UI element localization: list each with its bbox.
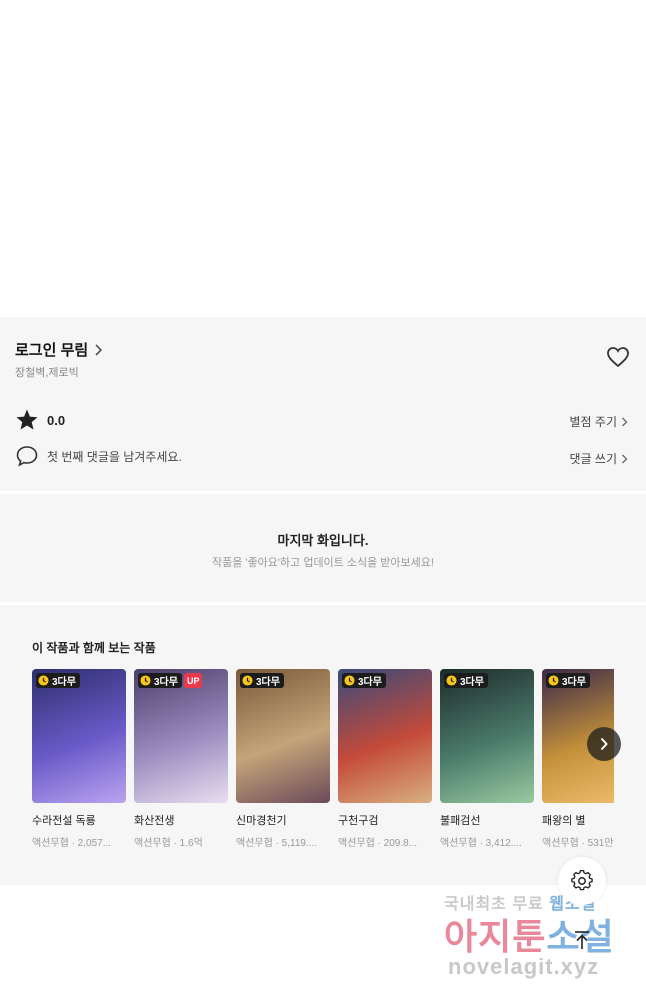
free-badge: 3다무 bbox=[546, 673, 590, 688]
watermark-line2-a: 아지툰 bbox=[444, 916, 547, 957]
card-title: 화산전생 bbox=[134, 815, 175, 827]
cover-image: 3다무 bbox=[32, 669, 126, 803]
recommendation-card[interactable]: 3다무수라전설 독룡액션무협 · 2,057... bbox=[32, 669, 126, 849]
work-title-link[interactable]: 로그인 무림 bbox=[15, 339, 104, 360]
cover-image: 3다무 UP bbox=[134, 669, 228, 803]
card-meta: 액션무협 · 3,412.... bbox=[440, 838, 522, 849]
free-badge-label: 3다무 bbox=[460, 677, 484, 688]
arrow-up-icon bbox=[575, 931, 589, 949]
rate-button-label: 별점 주기 bbox=[569, 415, 618, 429]
comment-bubble-icon bbox=[16, 446, 38, 467]
card-title: 구천구검 bbox=[338, 815, 379, 827]
last-episode-title: 마지막 화입니다. bbox=[277, 533, 369, 548]
free-badge-label: 3다무 bbox=[154, 677, 178, 688]
recommendations-section: 이 작품과 함께 보는 작품 3다무수라전설 독룡액션무협 · 2,057...… bbox=[0, 605, 646, 885]
card-meta: 액션무협 · 531만 bbox=[542, 838, 614, 849]
recommendation-card[interactable]: 3다무구천구검액션무협 · 209.8... bbox=[338, 669, 432, 849]
settings-button[interactable] bbox=[558, 857, 606, 905]
write-comment-button[interactable]: 댓글 쓰기 bbox=[570, 450, 629, 467]
carousel-next-button[interactable] bbox=[587, 727, 621, 761]
free-badge-label: 3다무 bbox=[562, 677, 586, 688]
heart-icon[interactable] bbox=[606, 346, 630, 368]
free-badge: 3다무 bbox=[444, 673, 488, 688]
scroll-top-button[interactable] bbox=[562, 920, 602, 960]
clock-icon bbox=[548, 675, 559, 686]
work-title: 로그인 무림 bbox=[15, 342, 89, 359]
card-meta: 액션무협 · 209.8... bbox=[338, 838, 418, 849]
free-badge: 3다무 bbox=[36, 673, 80, 688]
up-badge: UP bbox=[183, 673, 203, 688]
chevron-right-icon bbox=[600, 737, 608, 751]
free-badge-label: 3다무 bbox=[256, 677, 280, 688]
badges: 3다무 bbox=[444, 673, 488, 688]
recommendations-heading: 이 작품과 함께 보는 작품 bbox=[32, 641, 156, 655]
write-comment-label: 댓글 쓰기 bbox=[569, 452, 618, 466]
page: 로그인 무림 장철벽,제로빅 0.0 별점 주기 첫 번째 댓글을 남겨주세요.… bbox=[0, 0, 646, 1001]
free-badge-label: 3다무 bbox=[358, 677, 382, 688]
chevron-right-icon bbox=[622, 454, 628, 463]
cover-image: 3다무 bbox=[440, 669, 534, 803]
chevron-right-icon bbox=[622, 417, 628, 426]
work-info-panel: 로그인 무림 장철벽,제로빅 0.0 별점 주기 첫 번째 댓글을 남겨주세요.… bbox=[0, 317, 646, 491]
chevron-right-icon bbox=[95, 343, 103, 356]
cover-image: 3다무 bbox=[236, 669, 330, 803]
free-badge: 3다무 bbox=[342, 673, 386, 688]
card-title: 불패검선 bbox=[440, 815, 481, 827]
rate-button[interactable]: 별점 주기 bbox=[570, 413, 629, 430]
content-area bbox=[0, 0, 646, 317]
clock-icon bbox=[446, 675, 457, 686]
badges: 3다무 bbox=[342, 673, 386, 688]
star-icon bbox=[16, 409, 38, 430]
rating-display: 0.0 bbox=[15, 408, 65, 432]
cover-image: 3다무 bbox=[338, 669, 432, 803]
recommendation-card[interactable]: 3다무신마경천기액션무협 · 5,119.... bbox=[236, 669, 330, 849]
last-episode-notice: 마지막 화입니다. 작품을 '좋아요'하고 업데이트 소식을 받아보세요! bbox=[0, 494, 646, 602]
badges: 3다무 bbox=[240, 673, 284, 688]
gear-icon bbox=[571, 870, 593, 891]
recommendation-card[interactable]: 3다무불패검선액션무협 · 3,412.... bbox=[440, 669, 534, 849]
card-title: 신마경천기 bbox=[236, 815, 287, 827]
last-episode-subtitle: 작품을 '좋아요'하고 업데이트 소식을 받아보세요! bbox=[212, 557, 434, 569]
rating-value: 0.0 bbox=[47, 412, 66, 428]
badges: 3다무 UP bbox=[138, 673, 203, 688]
card-meta: 액션무협 · 5,119.... bbox=[236, 838, 318, 849]
card-title: 패왕의 별 bbox=[542, 815, 586, 827]
clock-icon bbox=[344, 675, 355, 686]
clock-icon bbox=[140, 675, 151, 686]
card-meta: 액션무협 · 2,057... bbox=[32, 838, 112, 849]
comment-prompt-text: 첫 번째 댓글을 남겨주세요. bbox=[47, 449, 182, 464]
comment-prompt: 첫 번째 댓글을 남겨주세요. bbox=[15, 445, 182, 467]
free-badge-label: 3다무 bbox=[52, 677, 76, 688]
clock-icon bbox=[38, 675, 49, 686]
work-authors: 장철벽,제로빅 bbox=[15, 367, 79, 379]
recommendations-carousel: 3다무 수라전설 독룡 액션무협 · 2,057... 3다무 UP 화산전생 액션무협 ·… bbox=[32, 669, 614, 869]
card-title: 수라전설 독룡 bbox=[32, 815, 96, 827]
card-meta: 액션무협 · 1.6억 bbox=[134, 838, 203, 849]
badges: 3다무 bbox=[546, 673, 590, 688]
badges: 3다무 bbox=[36, 673, 80, 688]
clock-icon bbox=[242, 675, 253, 686]
recommendation-card[interactable]: 3다무 UP 화산전생액션무협 · 1.6억 bbox=[134, 669, 228, 849]
free-badge: 3다무 bbox=[138, 673, 182, 688]
free-badge: 3다무 bbox=[240, 673, 284, 688]
